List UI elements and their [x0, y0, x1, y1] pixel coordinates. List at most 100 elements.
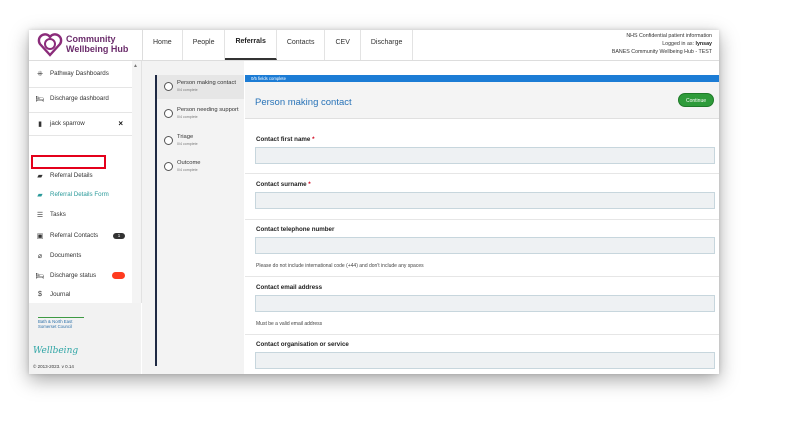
copyright: © 2013-2023. v 0.14 [33, 364, 74, 369]
first-name-label: Contact first name * [256, 136, 314, 143]
logged-in-line: Logged in as: lynsay [612, 40, 712, 48]
nav-home[interactable]: Home [143, 30, 183, 60]
council-logo-bar [38, 317, 84, 318]
email-hint: Must be a valid email address [256, 321, 323, 327]
step-status: 0/4 complete [177, 168, 198, 172]
sidebar-item-label: Journal [50, 291, 71, 298]
sidebar-item-pathway-dashboards[interactable]: ⁜ Pathway Dashboards [29, 64, 132, 83]
nav-contacts[interactable]: Contacts [277, 30, 326, 60]
step-circle-icon [164, 82, 173, 91]
top-header: Community Wellbeing Hub Home People Refe… [29, 30, 719, 61]
step-person-making-contact[interactable]: Person making contact 0/4 complete [157, 75, 244, 99]
form-steps: Person making contact 0/4 complete Perso… [142, 61, 244, 374]
discharge-status-indicator [112, 272, 125, 279]
sidebar-item-label: Pathway Dashboards [50, 70, 109, 77]
council-name-line2: Somerset Council [38, 324, 72, 329]
sidebar-item-tasks[interactable]: ☰ Tasks [29, 205, 132, 224]
logged-in-prefix: Logged in as: [662, 41, 695, 47]
step-title: Triage [177, 134, 194, 140]
divider [245, 219, 719, 220]
sidebar-scrollbar[interactable]: ▲ [132, 61, 142, 303]
sidebar-item-journal[interactable]: $ Journal [29, 285, 132, 304]
user-info: NHS Confidential patient information Log… [612, 32, 712, 56]
app-name: Community Wellbeing Hub [66, 34, 128, 54]
document-icon: ▮ [38, 120, 42, 128]
continue-button[interactable]: Continue [678, 93, 714, 107]
nav-referrals[interactable]: Referrals [225, 30, 277, 60]
logged-in-user: lynsay [695, 41, 713, 47]
sidebar-item-label: Tasks [50, 211, 66, 218]
nav-discharge[interactable]: Discharge [361, 30, 414, 60]
divider [245, 334, 719, 335]
surname-label: Contact surname * [256, 181, 311, 188]
wellbeing-logo: Wellbeing [33, 346, 79, 356]
sidebar-item-label: Documents [50, 252, 82, 259]
required-marker: * [312, 136, 315, 143]
email-label: Contact email address [256, 284, 323, 291]
form-section-title: Person making contact [255, 97, 352, 108]
surname-field[interactable] [255, 192, 715, 209]
app-name-line1: Community [66, 34, 116, 44]
bed-icon: 🛏 [35, 272, 45, 280]
sidebar-item-label: jack sparrow [50, 120, 85, 127]
telephone-label: Contact telephone number [256, 226, 335, 233]
app-logo[interactable]: Community Wellbeing Hub [37, 32, 147, 58]
organisation-label: Contact organisation or service [256, 341, 349, 348]
step-outcome[interactable]: Outcome 0/4 complete [157, 155, 244, 179]
step-person-needing-support[interactable]: Person needing support 0/4 complete [157, 102, 244, 126]
step-title: Person making contact [177, 80, 236, 86]
email-field[interactable] [255, 295, 715, 312]
sidebar-item-referral-details-form[interactable]: ▰ Referral Details Form [29, 185, 132, 204]
first-name-label-text: Contact first name [256, 136, 311, 143]
step-status: 0/4 complete [177, 88, 198, 92]
nav-people[interactable]: People [183, 30, 226, 60]
step-title: Person needing support [177, 107, 239, 113]
sidebar-item-label: Discharge dashboard [50, 95, 109, 102]
folder-open-icon: ▰ [37, 191, 43, 199]
telephone-field[interactable] [255, 237, 715, 254]
sidebar-item-referral-contacts[interactable]: ▣ Referral Contacts 1 [29, 226, 132, 245]
divider [245, 276, 719, 277]
step-circle-icon [164, 162, 173, 171]
close-icon[interactable]: × [118, 119, 123, 128]
highlight-annotation [31, 155, 106, 169]
organisation-field[interactable] [255, 352, 715, 369]
journal-icon: $ [38, 291, 42, 298]
step-status: 0/4 complete [177, 115, 198, 119]
step-triage[interactable]: Triage 0/4 complete [157, 129, 244, 153]
required-marker: * [308, 181, 311, 188]
environment-label: BANES Community Wellbeing Hub - TEST [611, 49, 712, 55]
step-title: Outcome [177, 160, 201, 166]
step-circle-icon [164, 109, 173, 118]
form-progress-bar: 0/5 fields complete [245, 75, 719, 82]
first-name-field[interactable] [255, 147, 715, 164]
divider [29, 135, 132, 136]
divider [245, 173, 719, 174]
referral-form: 0/5 fields complete Person making contac… [244, 61, 719, 374]
scroll-up-icon[interactable]: ▲ [133, 63, 138, 69]
sidebar-item-person[interactable]: ▮ jack sparrow × [29, 114, 132, 133]
sidebar-item-label: Referral Contacts [50, 232, 99, 239]
paperclip-icon: ⌀ [37, 252, 43, 260]
bed-icon: 🛏 [35, 95, 45, 103]
nav-cev[interactable]: CEV [325, 30, 361, 60]
contacts-count-badge: 1 [113, 232, 125, 239]
divider [29, 112, 132, 113]
sidebar-item-discharge-dashboard[interactable]: 🛏 Discharge dashboard [29, 89, 132, 108]
heart-logo-icon [37, 33, 63, 57]
sidebar-item-label: Discharge status [50, 272, 97, 279]
step-circle-icon [164, 136, 173, 145]
app-name-line2: Wellbeing Hub [66, 44, 129, 54]
sidebar-item-documents[interactable]: ⌀ Documents [29, 246, 132, 265]
app-window: Community Wellbeing Hub Home People Refe… [29, 30, 719, 374]
sidebar-item-label: Referral Details Form [50, 191, 109, 198]
divider [29, 87, 132, 88]
contact-card-icon: ▣ [36, 232, 44, 240]
confidential-notice: NHS Confidential patient information [626, 33, 712, 39]
sidebar-item-label: Referral Details [50, 172, 93, 179]
council-logo: Bath & North East Somerset Council [38, 317, 86, 329]
list-icon: ☰ [36, 211, 44, 219]
step-status: 0/4 complete [177, 142, 198, 146]
sidebar-item-discharge-status[interactable]: 🛏 Discharge status [29, 266, 132, 285]
telephone-hint: Please do not include international code… [256, 263, 424, 269]
